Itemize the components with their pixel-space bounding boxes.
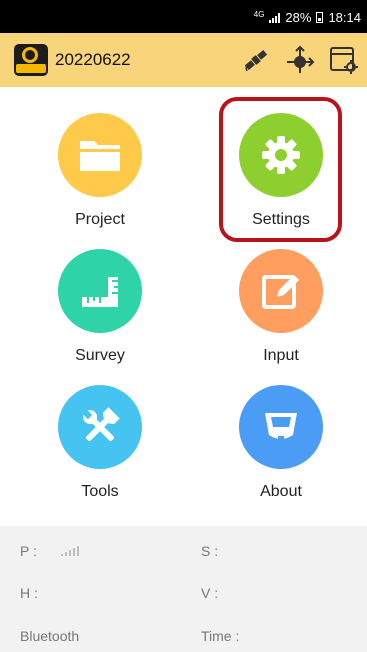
time-label: Time :: [201, 628, 240, 644]
network-type: 4G: [253, 9, 265, 19]
menu-tools[interactable]: Tools: [30, 385, 170, 501]
app-bar: 20220622: [0, 33, 367, 87]
ruler-icon: [82, 277, 118, 307]
signal-strength-icon: [60, 546, 79, 556]
project-title: 20220622: [55, 50, 131, 69]
window-settings-icon[interactable]: [329, 45, 359, 75]
menu-about[interactable]: About: [211, 385, 351, 501]
p-label: P :: [20, 543, 37, 559]
menu-label: Tools: [81, 483, 119, 500]
h-label: H :: [20, 585, 38, 601]
position-status: P :: [20, 543, 79, 559]
menu-survey[interactable]: Survey: [30, 249, 170, 365]
satellite-icon[interactable]: [241, 45, 271, 75]
crosshair-icon[interactable]: [285, 45, 315, 75]
menu-project[interactable]: Project: [30, 113, 170, 229]
folder-icon: [80, 141, 120, 171]
clock: 18:14: [328, 10, 361, 25]
info-panel: P : S : H : V : Bluetooth Time :: [0, 526, 367, 652]
input-circle[interactable]: [239, 249, 323, 333]
survey-circle[interactable]: [58, 249, 142, 333]
menu-label: Survey: [75, 347, 125, 364]
menu-label: About: [260, 483, 302, 500]
receiver-icon: [265, 413, 297, 439]
v-label: V :: [201, 585, 219, 601]
edit-icon: [262, 275, 299, 309]
tools-icon: [82, 407, 120, 442]
settings-highlight-box: [219, 97, 342, 242]
tools-circle[interactable]: [58, 385, 142, 469]
menu-label: Input: [263, 347, 299, 364]
bluetooth-label: Bluetooth: [20, 628, 80, 644]
app-logo: [14, 44, 48, 76]
s-label: S :: [201, 543, 219, 559]
menu-input[interactable]: Input: [211, 249, 351, 365]
status-bar: 4G 28% 18:14: [0, 0, 367, 33]
battery-icon: [316, 12, 324, 23]
battery-percent: 28%: [285, 10, 312, 25]
project-circle[interactable]: [58, 113, 142, 197]
signal-icon: [269, 12, 281, 23]
about-circle[interactable]: [239, 385, 323, 469]
menu-label: Project: [75, 211, 125, 228]
